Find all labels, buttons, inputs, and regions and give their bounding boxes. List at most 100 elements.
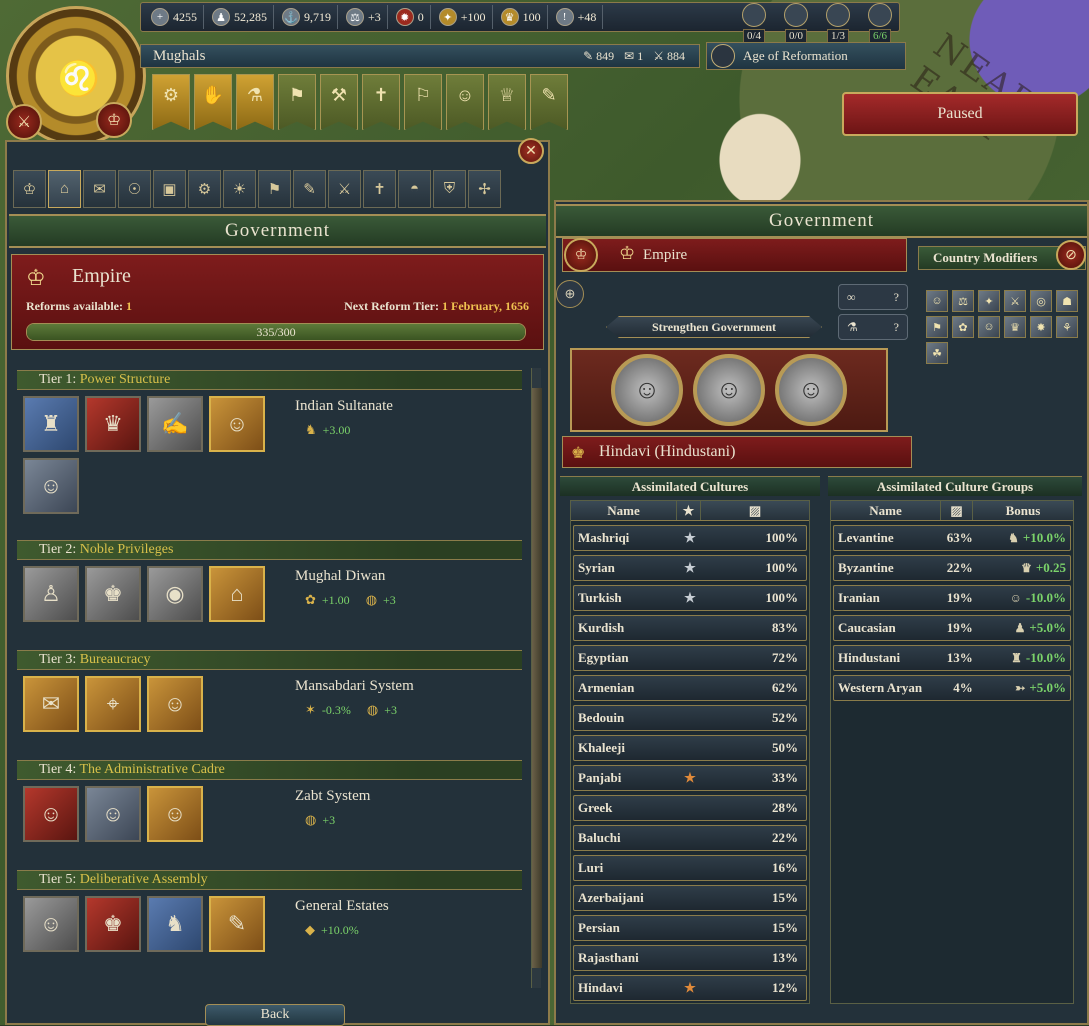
culture-row[interactable]: Greek 28%	[573, 795, 807, 821]
reform-card[interactable]: ♞	[147, 896, 203, 952]
culture-group-row[interactable]: Western Aryan 4% ➳ +5.0%	[833, 675, 1071, 701]
advisor-slot[interactable]: 6/6	[861, 3, 899, 43]
culture-row[interactable]: Turkish ★ 100%	[573, 585, 807, 611]
tab-decisions[interactable]: ✎	[293, 170, 326, 208]
government-ability-slot[interactable]: ⚗?	[838, 314, 908, 340]
modifier-icon[interactable]: ☺	[978, 316, 1000, 338]
change-government-button[interactable]: ♔	[564, 238, 598, 272]
admiral-slot[interactable]: 0/0	[777, 3, 815, 43]
modifier-icon[interactable]: ✦	[978, 290, 1000, 312]
modifier-icon[interactable]: ☗	[1056, 290, 1078, 312]
military-button[interactable]: ⚔	[6, 104, 42, 140]
back-button[interactable]: Back	[205, 1004, 345, 1026]
close-button[interactable]: ✕	[518, 138, 544, 164]
reform-card-selected[interactable]: ✎	[209, 896, 265, 952]
reform-card[interactable]: ☺	[23, 786, 79, 842]
diplo-points[interactable]: ✉ 1	[624, 49, 643, 64]
modifier-icon[interactable]: ✿	[952, 316, 974, 338]
reform-card[interactable]: ☺	[85, 786, 141, 842]
reform-card-selected[interactable]: ☺	[147, 786, 203, 842]
culture-row[interactable]: Rajasthani 13%	[573, 945, 807, 971]
modifiers-button[interactable]: ⊘	[1056, 240, 1086, 270]
modifier-icon[interactable]: ⚘	[1056, 316, 1078, 338]
modifier-icon[interactable]: ✸	[1030, 316, 1052, 338]
general-slot[interactable]: 0/4	[735, 3, 773, 43]
culture-group-row[interactable]: Hindustani 13% ♜ -10.0%	[833, 645, 1071, 671]
banner-economy[interactable]: ⚙	[152, 74, 190, 130]
modifier-icon[interactable]: ⚑	[926, 316, 948, 338]
modifier-icon[interactable]: ◎	[1030, 290, 1052, 312]
tab-ideas[interactable]: ☀	[223, 170, 256, 208]
banner-estates[interactable]: ♕	[488, 74, 526, 130]
reform-card[interactable]: ☺	[23, 896, 79, 952]
culture-row[interactable]: Mashriqi ★ 100%	[573, 525, 807, 551]
banner-research[interactable]: ⚗	[236, 74, 274, 130]
banner-religion[interactable]: ✝	[362, 74, 400, 130]
tab-military[interactable]: ⚔	[328, 170, 361, 208]
country-name[interactable]: Mughals	[153, 48, 206, 65]
power-projection-resource[interactable]: ! +48	[550, 5, 604, 29]
age-bar[interactable]: Age of Reformation	[706, 42, 906, 70]
tab-crown[interactable]: ♔	[13, 170, 46, 208]
reform-card[interactable]: ♛	[85, 396, 141, 452]
manpower-resource[interactable]: ♟ 52,285	[206, 5, 274, 29]
reform-card-selected[interactable]: ☺	[209, 396, 265, 452]
reform-card-selected[interactable]: ☺	[147, 676, 203, 732]
primary-culture-bar[interactable]: ♚ Hindavi (Hindustani)	[562, 436, 912, 468]
stability-resource[interactable]: ⚖ +3	[340, 5, 388, 29]
modifier-icon[interactable]: ♛	[1004, 316, 1026, 338]
conquistador-slot[interactable]: 1/3	[819, 3, 857, 43]
culture-row[interactable]: Azerbaijani 15%	[573, 885, 807, 911]
government-ability-slot[interactable]: ∞?	[838, 284, 908, 310]
estate-clergy[interactable]: ☺	[611, 354, 683, 426]
reform-card[interactable]: ☺	[23, 458, 79, 514]
culture-row[interactable]: Syrian ★ 100%	[573, 555, 807, 581]
culture-row[interactable]: Kurdish 83%	[573, 615, 807, 641]
culture-row[interactable]: Egyptian 72%	[573, 645, 807, 671]
legitimacy-resource[interactable]: ♛ 100	[495, 5, 548, 29]
tab-subjects[interactable]: ◓	[398, 170, 431, 208]
reform-card[interactable]: ⌖	[85, 676, 141, 732]
sailors-resource[interactable]: ⚓ 9,719	[276, 5, 338, 29]
culture-row[interactable]: Hindavi ★ 12%	[573, 975, 807, 1001]
reform-card[interactable]: ✉	[23, 676, 79, 732]
tiers-scrollbar[interactable]	[531, 368, 542, 988]
reform-card[interactable]: ◉	[147, 566, 203, 622]
col-percent[interactable]: ▨	[941, 501, 973, 520]
tab-diplomacy[interactable]: ✉	[83, 170, 116, 208]
scroll-thumb[interactable]	[532, 388, 542, 968]
modifier-icon[interactable]: ☘	[926, 342, 948, 364]
tab-government[interactable]: ⌂	[48, 170, 81, 208]
tab-estates[interactable]: ⛨	[433, 170, 466, 208]
reform-info-button[interactable]: ⊕	[556, 280, 584, 308]
col-name[interactable]: Name	[571, 501, 677, 520]
culture-row[interactable]: Luri 16%	[573, 855, 807, 881]
culture-row[interactable]: Khaleeji 50%	[573, 735, 807, 761]
estate-nobility[interactable]: ☺	[693, 354, 765, 426]
banner-edicts[interactable]: ✎	[530, 74, 568, 130]
reform-card[interactable]: ♚	[85, 896, 141, 952]
tab-religion[interactable]: ✝	[363, 170, 396, 208]
tab-missions[interactable]: ⚑	[258, 170, 291, 208]
col-star[interactable]: ★	[677, 501, 701, 520]
banner-advisor[interactable]: ☺	[446, 74, 484, 130]
tab-economy[interactable]: ☉	[118, 170, 151, 208]
modifier-icon[interactable]: ⚖	[952, 290, 974, 312]
modifier-icon[interactable]: ⚔	[1004, 290, 1026, 312]
manpower-plus-resource[interactable]: +4255	[145, 5, 204, 29]
culture-row[interactable]: Persian 15%	[573, 915, 807, 941]
admin-points[interactable]: ✎ 849	[583, 49, 614, 64]
culture-group-row[interactable]: Levantine 63% ♞ +10.0%	[833, 525, 1071, 551]
culture-row[interactable]: Panjabi ★ 33%	[573, 765, 807, 791]
banner-diplomacy[interactable]: ✋	[194, 74, 232, 130]
military-points[interactable]: ⚔ 884	[653, 49, 685, 64]
pause-indicator[interactable]: Paused	[842, 92, 1078, 136]
strengthen-government-button[interactable]: Strengthen Government	[606, 316, 822, 338]
tab-trade[interactable]: ▣	[153, 170, 186, 208]
culture-row[interactable]: Bedouin 52%	[573, 705, 807, 731]
col-percent[interactable]: ▨	[701, 501, 809, 520]
reform-card[interactable]: ✍	[147, 396, 203, 452]
estate-burghers[interactable]: ☺	[775, 354, 847, 426]
culture-group-row[interactable]: Byzantine 22% ♛ +0.25	[833, 555, 1071, 581]
col-name[interactable]: Name	[831, 501, 941, 520]
